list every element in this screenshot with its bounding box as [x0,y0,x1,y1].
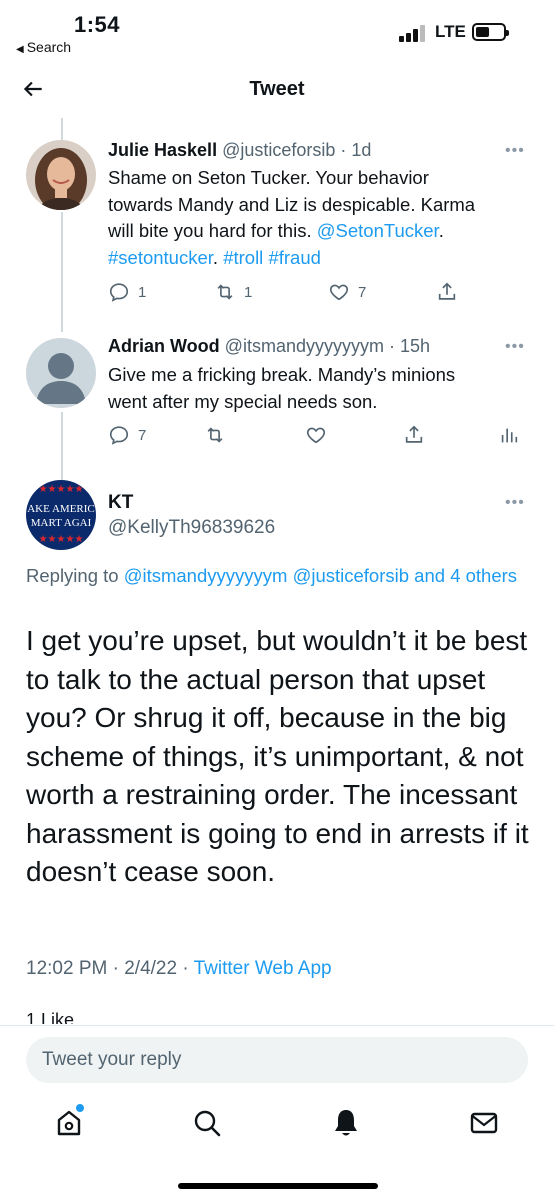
reply-composer[interactable] [26,1037,528,1083]
tweet-time[interactable]: 1d [351,140,371,160]
tweet-text: Give me a fricking break. Mandy’s minion… [108,364,456,412]
svg-text:★★★★★: ★★★★★ [39,534,84,545]
reply-icon [109,283,129,302]
thread-line [61,412,63,480]
tweet-header: Julie Haskell @justiceforsib · 1d [108,140,372,160]
mention-link[interactable]: @justiceforsib [293,565,409,586]
svg-text:MART AGAI: MART AGAI [31,517,92,529]
heart-icon [306,427,326,444]
replying-to: Replying to @itsmandyyyyyyym @justicefor… [26,565,518,586]
reply-icon [109,426,129,445]
header: Tweet [0,64,554,116]
network-type: LTE [435,22,466,41]
analytics-button[interactable] [498,424,528,446]
notifications-bell-icon[interactable] [329,1106,363,1140]
analytics-icon [501,428,518,443]
tweet-actions: 7 [108,424,528,454]
messages-envelope-icon[interactable] [467,1106,501,1140]
svg-text:AKE AMERIC: AKE AMERIC [27,503,95,515]
user-handle[interactable]: @justiceforsib [222,140,335,160]
user-handle[interactable]: @KellyTh96839626 [108,517,275,539]
page-title: Tweet [249,78,305,100]
hashtag-link[interactable]: #troll [223,247,263,268]
mention-link[interactable]: @SetonTucker [317,220,439,241]
avatar[interactable] [26,338,96,408]
reply-button[interactable]: 1 [108,281,146,303]
likes-count[interactable]: 1 Like [26,1010,74,1024]
display-name[interactable]: Julie Haskell [108,140,217,160]
search-icon[interactable] [190,1106,224,1140]
home-indicator[interactable] [178,1183,378,1189]
tweet-date: 2/4/22 [124,958,178,979]
battery-icon [472,23,509,41]
tweet-time[interactable]: 15h [400,336,430,356]
tweet-actions: 1 1 7 [108,281,528,311]
status-bar: 1:54 ◀ Search LTE [0,0,554,62]
tweet-time: 12:02 PM [26,958,108,979]
home-icon[interactable] [52,1104,86,1140]
tweet-metadata: 12:02 PM · 2/4/22 · Twitter Web App [26,958,332,979]
more-options-icon[interactable]: ••• [505,338,525,356]
signal-strength-icon [399,24,429,42]
reply-button[interactable]: 7 [108,424,146,446]
retweet-icon [217,284,233,300]
retweet-icon [207,427,223,443]
share-icon [438,282,456,300]
others-link[interactable]: 4 others [450,565,517,586]
avatar[interactable]: ★★★★★ AKE AMERIC MART AGAI ★★★★★ [26,480,96,550]
tweet-text: Shame on Seton Tucker. Your behavior tow… [108,167,476,268]
tweet-header: Adrian Wood @itsmandyyyyyyym · 15h [108,336,431,356]
retweet-button[interactable]: 1 [214,281,252,303]
heart-icon [329,284,349,301]
hashtag-link[interactable]: #setontucker [108,247,213,268]
avatar[interactable] [26,140,96,210]
hashtag-link[interactable]: #fraud [268,247,320,268]
display-name[interactable]: KT [108,492,133,514]
like-button[interactable] [305,424,335,446]
share-icon [405,425,423,443]
tweet-source-link[interactable]: Twitter Web App [194,958,332,979]
bottom-navigation [0,1098,554,1154]
mention-link[interactable]: @itsmandyyyyyyym [124,565,288,586]
reply-input[interactable] [26,1037,528,1083]
more-options-icon[interactable]: ••• [505,142,525,160]
clock: 1:54 [74,12,121,37]
like-button[interactable]: 7 [328,281,366,303]
divider [0,1025,554,1026]
more-options-icon[interactable]: ••• [505,494,525,512]
back-to-search-link[interactable]: ◀ Search [16,39,71,55]
svg-text:★★★★★: ★★★★★ [39,484,84,495]
share-button[interactable] [436,281,466,303]
display-name[interactable]: Adrian Wood [108,336,220,356]
thread-line [61,118,63,140]
share-button[interactable] [403,424,433,446]
main-tweet-text: I get you’re upset, but wouldn’t it be b… [26,625,529,887]
retweet-button[interactable] [204,424,234,446]
user-handle[interactable]: @itsmandyyyyyyym [225,336,384,356]
notification-dot [76,1104,84,1112]
thread-line [61,212,63,332]
back-triangle-icon: ◀ [16,44,24,55]
